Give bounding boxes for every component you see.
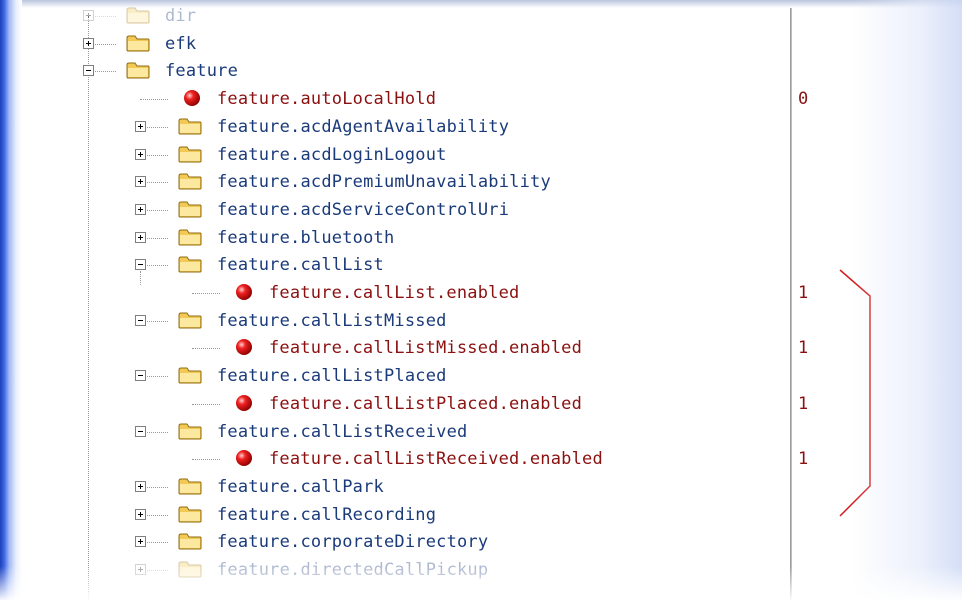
folder-icon	[178, 477, 202, 495]
expand-icon[interactable]	[135, 508, 146, 520]
expand-icon[interactable]	[83, 10, 94, 21]
tree-node-label[interactable]: feature.acdAgentAvailability	[217, 113, 509, 141]
folder-icon	[178, 366, 202, 384]
tree-leaf-label[interactable]: feature.callListMissed.enabled	[269, 334, 582, 362]
tree-node-label[interactable]: feature.callListReceived	[217, 418, 467, 446]
expand-icon[interactable]	[135, 564, 146, 575]
setting-value[interactable]: 1	[798, 334, 808, 362]
folder-icon	[178, 145, 202, 163]
tree-folder-row[interactable]: feature.acdPremiumUnavailability	[0, 168, 790, 196]
expand-icon[interactable]	[135, 176, 146, 188]
tree-node-label[interactable]: feature.acdLoginLogout	[217, 141, 447, 169]
tree-folder-row[interactable]: feature.acdLoginLogout	[0, 141, 790, 169]
tree-node-label[interactable]: feature.directedCallPickup	[217, 556, 488, 584]
folder-icon	[178, 311, 202, 329]
folder-icon	[178, 532, 202, 550]
tree-node-label[interactable]: feature.acdPremiumUnavailability	[217, 168, 551, 196]
tree-leaf-label[interactable]: feature.callListPlaced.enabled	[269, 390, 582, 418]
folder-icon	[178, 422, 202, 440]
red-bullet-icon	[234, 393, 254, 413]
folder-icon	[178, 505, 202, 523]
folder-icon	[178, 255, 202, 273]
tree-node-label[interactable]: efk	[165, 30, 196, 58]
config-tree: dir efk feature feature.autoLocalHold featur…	[0, 0, 790, 600]
expand-icon[interactable]	[83, 37, 94, 49]
tree-node-label[interactable]: feature.callListPlaced	[217, 362, 447, 390]
tree-folder-row[interactable]: dir	[0, 2, 790, 30]
collapse-icon[interactable]	[135, 259, 146, 271]
folder-icon	[178, 200, 202, 218]
tree-node-label[interactable]: feature.corporateDirectory	[217, 528, 488, 556]
collapse-icon[interactable]	[135, 370, 146, 382]
tree-leaf-row[interactable]: feature.callList.enabled	[0, 279, 790, 307]
tree-folder-row[interactable]: feature.corporateDirectory	[0, 528, 790, 556]
column-separator[interactable]	[790, 8, 792, 600]
expand-icon[interactable]	[135, 231, 146, 243]
tree-connector	[192, 348, 220, 350]
tree-leaf-label[interactable]: feature.autoLocalHold	[217, 85, 436, 113]
tree-folder-row[interactable]: feature.callListPlaced	[0, 362, 790, 390]
tree-node-label[interactable]: feature.callPark	[217, 473, 384, 501]
tree-folder-row[interactable]: feature	[0, 57, 790, 85]
tree-leaf-label[interactable]: feature.callList.enabled	[269, 279, 519, 307]
tree-folder-row[interactable]: feature.directedCallPickup	[0, 556, 790, 584]
tree-connector	[192, 459, 220, 461]
expand-icon[interactable]	[135, 480, 146, 492]
red-bullet-icon	[234, 282, 254, 302]
setting-value[interactable]: 0	[798, 85, 808, 113]
tree-node-label[interactable]: feature.callList	[217, 251, 384, 279]
expand-icon[interactable]	[135, 120, 146, 132]
folder-icon	[178, 228, 202, 246]
collapse-icon[interactable]	[83, 65, 94, 77]
tree-folder-row[interactable]: feature.callRecording	[0, 501, 790, 529]
tree-connector	[192, 293, 220, 294]
tree-node-label[interactable]: feature.acdServiceControlUri	[217, 196, 509, 224]
tree-leaf-label[interactable]: feature.callListReceived.enabled	[269, 445, 603, 473]
folder-icon	[126, 61, 150, 79]
setting-value[interactable]: 1	[798, 279, 808, 307]
tree-leaf-row[interactable]: feature.callListPlaced.enabled	[0, 390, 790, 418]
window-right-fade	[852, 0, 962, 600]
tree-folder-row[interactable]: efk	[0, 30, 790, 58]
collapse-icon[interactable]	[135, 314, 146, 326]
red-bullet-icon	[234, 448, 254, 468]
tree-connector	[192, 403, 220, 405]
expand-icon[interactable]	[135, 536, 146, 548]
tree-node-label[interactable]: feature.bluetooth	[217, 224, 394, 252]
tree-node-label[interactable]: feature.callListMissed	[217, 307, 447, 335]
tree-leaf-row[interactable]: feature.callListMissed.enabled	[0, 334, 790, 362]
folder-icon	[178, 172, 202, 190]
folder-icon	[126, 6, 150, 24]
tree-connector	[140, 99, 168, 101]
collapse-icon[interactable]	[135, 425, 146, 437]
folder-icon	[178, 560, 202, 578]
folder-icon	[178, 117, 202, 135]
tree-leaf-row[interactable]: feature.callListReceived.enabled	[0, 445, 790, 473]
tree-folder-row[interactable]: feature.acdAgentAvailability	[0, 113, 790, 141]
tree-folder-row[interactable]: feature.callList	[0, 251, 790, 279]
tree-folder-row[interactable]: feature.callListMissed	[0, 307, 790, 335]
red-bullet-icon	[234, 337, 254, 357]
setting-value[interactable]: 1	[798, 390, 808, 418]
red-bullet-icon	[182, 88, 202, 108]
setting-value[interactable]: 1	[798, 445, 808, 473]
tree-folder-row[interactable]: feature.acdServiceControlUri	[0, 196, 790, 224]
tree-folder-row[interactable]: feature.bluetooth	[0, 224, 790, 252]
tree-node-label[interactable]: dir	[165, 2, 196, 30]
tree-folder-row[interactable]: feature.callListReceived	[0, 418, 790, 446]
tree-node-label[interactable]: feature.callRecording	[217, 501, 436, 529]
tree-leaf-row[interactable]: feature.autoLocalHold	[0, 85, 790, 113]
folder-icon	[126, 34, 150, 52]
tree-folder-row[interactable]: feature.callPark	[0, 473, 790, 501]
expand-icon[interactable]	[135, 203, 146, 215]
tree-node-label[interactable]: feature	[165, 57, 238, 85]
expand-icon[interactable]	[135, 148, 146, 160]
